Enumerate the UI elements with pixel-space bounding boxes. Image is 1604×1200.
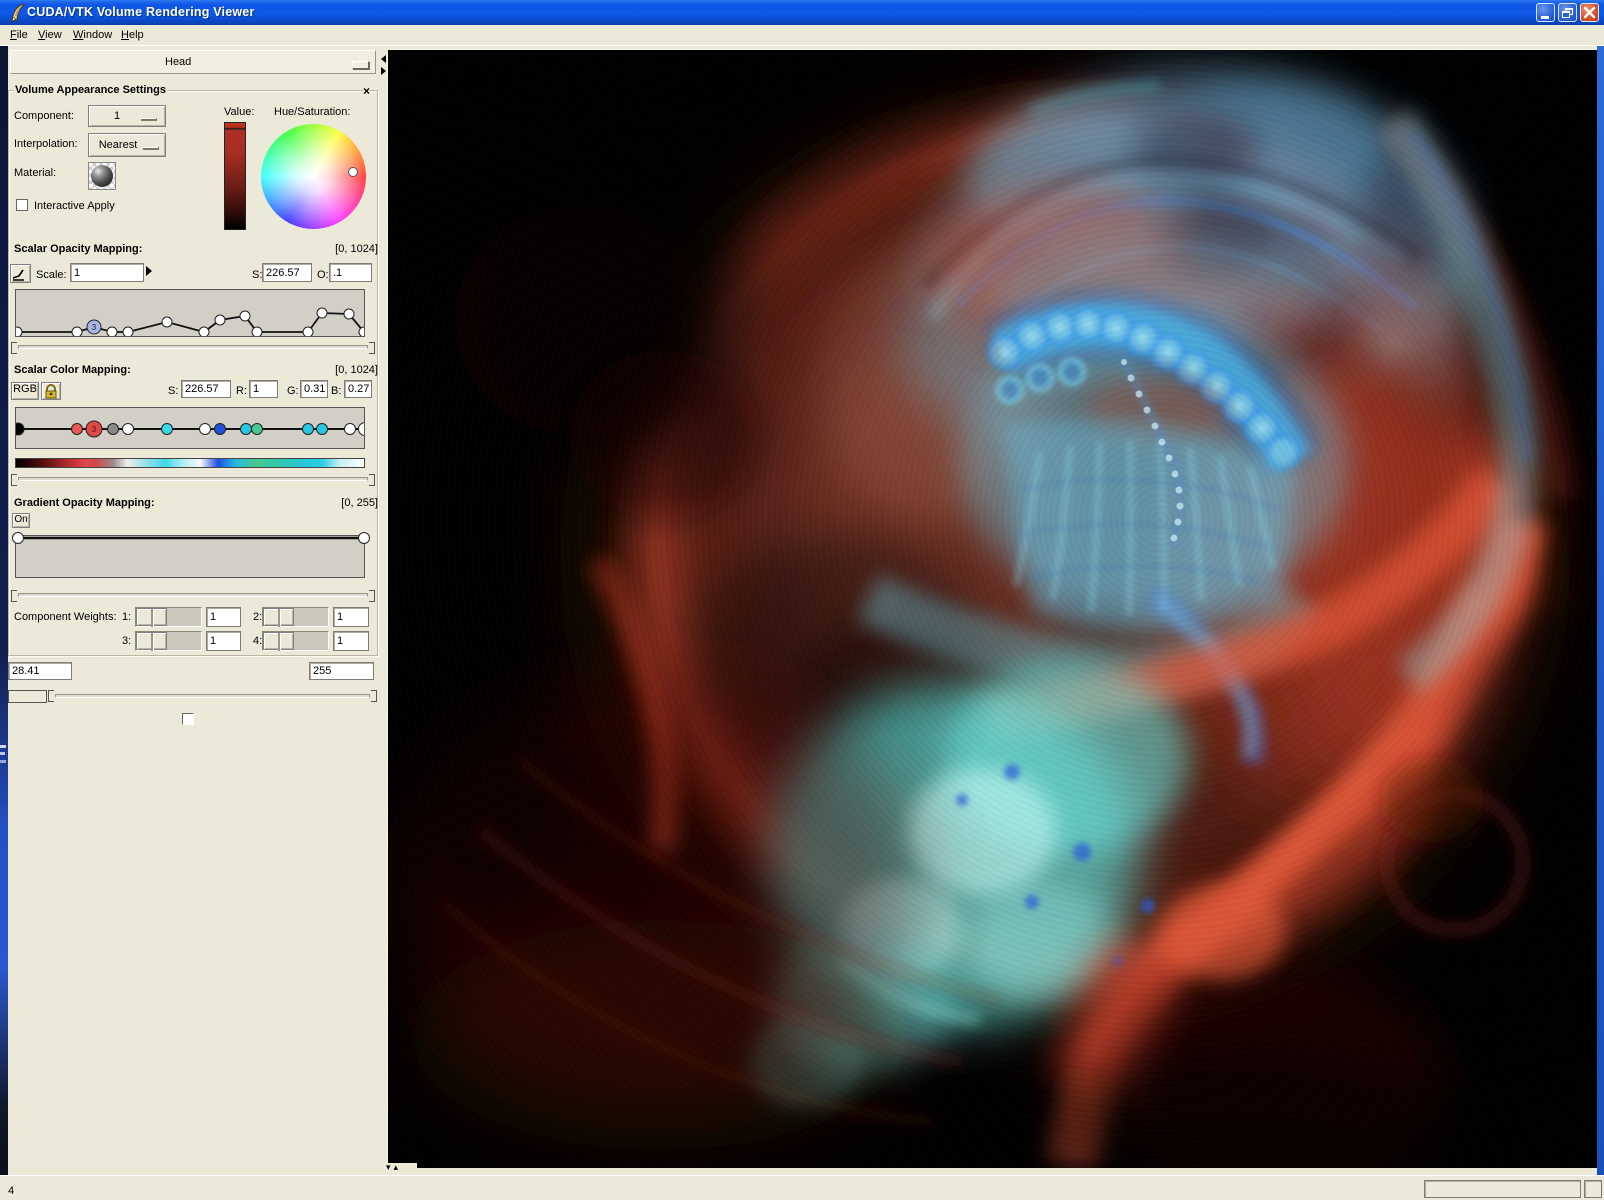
svg-text:3: 3 [92, 425, 97, 434]
svg-text:3: 3 [92, 323, 97, 332]
